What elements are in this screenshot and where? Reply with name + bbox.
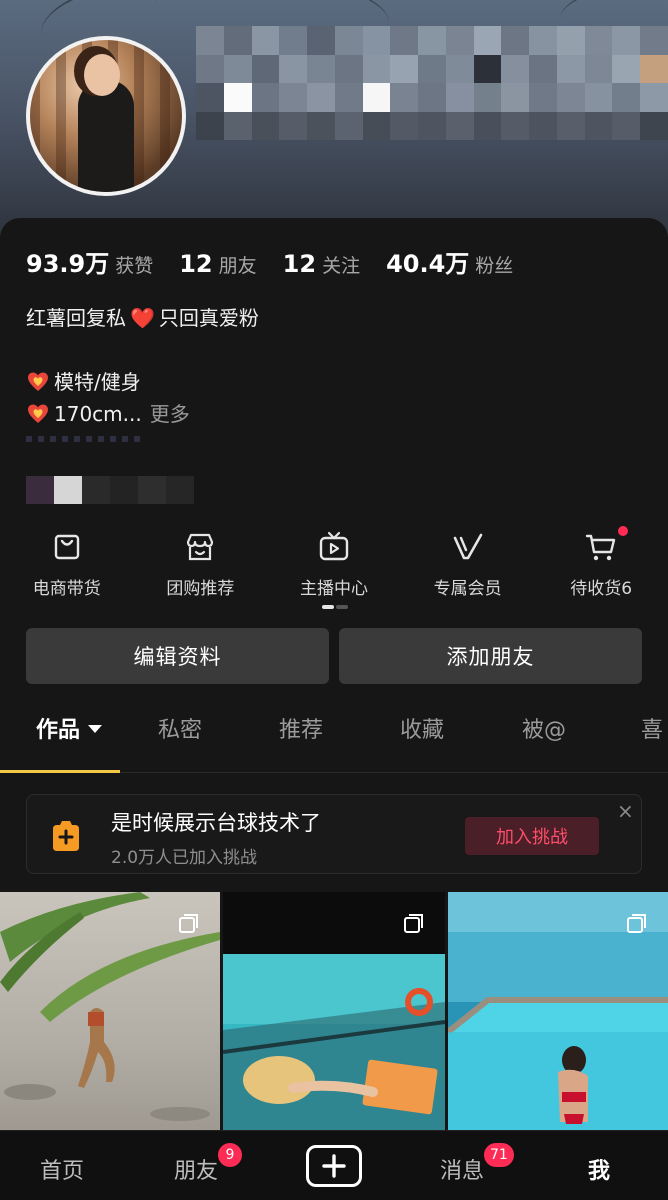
multi-image-icon [179,914,198,933]
content-tabs: 作品 私密 推荐 收藏 被@ 喜 [0,712,668,772]
bio-text: 模特/健身 [54,370,141,394]
blurred-username [196,26,668,140]
challenge-subtitle: 2.0万人已加入挑战 [111,848,258,868]
flaming-heart-icon [28,404,48,423]
pager-inactive [336,605,348,609]
tool-pending-delivery[interactable]: 待收货6 [534,526,668,610]
close-icon[interactable]: × [617,799,634,823]
tab-likes[interactable]: 喜 [641,712,663,744]
blurred-text [26,436,146,442]
bio-text: 170cm... [54,402,142,426]
flaming-heart-icon [28,372,48,391]
plus-icon [322,1154,346,1178]
multi-image-icon [627,914,646,933]
bio-line-1: 红薯回复私 ❤️ 只回真爱粉 [26,302,259,331]
nav-messages[interactable]: 消息 71 [440,1143,514,1185]
nav-friends[interactable]: 朋友 9 [174,1143,242,1185]
heart-icon: ❤️ [130,306,155,330]
video-thumbnail[interactable] [0,892,220,1130]
stat-following[interactable]: 12 关注 [283,250,360,278]
tool-group-buy[interactable]: 团购推荐 [134,530,268,610]
camera-plus-icon [53,821,79,851]
stat-value: 12 [179,250,213,278]
tools-row: 电商带货 团购推荐 主播中心 专属会员 待收货6 [0,526,668,610]
bio-text: 只回真爱粉 [158,306,259,330]
challenge-banner[interactable]: 是时候展示台球技术了 2.0万人已加入挑战 加入挑战 × [26,794,642,874]
edit-profile-button[interactable]: 编辑资料 [26,628,329,684]
bio-more-link[interactable]: 更多 [150,402,190,426]
cart-icon [585,534,616,561]
create-button[interactable] [306,1145,362,1187]
tv-play-icon [319,531,349,561]
tab-label: 作品 [36,718,81,743]
tool-label: 主播中心 [299,579,368,599]
tab-favorites[interactable]: 收藏 [400,712,444,744]
video-grid [0,892,668,1130]
blurred-tags [26,476,194,504]
tools-pager [322,605,348,609]
bottom-nav: 首页 朋友 9 消息 71 我 [0,1130,668,1200]
nav-home[interactable]: 首页 [40,1153,84,1185]
bio-text: 红薯回复私 [26,306,126,330]
messages-badge: 71 [484,1143,514,1167]
tool-membership[interactable]: 专属会员 [401,530,535,610]
bio-line-3: 170cm... 更多 [26,398,190,427]
active-tab-indicator [0,770,120,773]
storefront-icon [187,533,214,561]
tool-label: 团购推荐 [166,579,235,599]
stat-followers[interactable]: 40.4万 粉丝 [386,244,513,279]
tab-mentions[interactable]: 被@ [522,712,566,744]
profile-stats: 93.9万 获赞 12 朋友 12 关注 40.4万 粉丝 [26,244,539,279]
stat-label: 关注 [322,255,361,277]
tool-streamer-center[interactable]: 主播中心 [267,530,401,610]
avatar[interactable] [26,36,186,196]
add-friend-button[interactable]: 添加朋友 [339,628,642,684]
join-challenge-button[interactable]: 加入挑战 [465,817,599,855]
tool-label: 电商带货 [32,579,101,599]
multi-image-icon [404,914,423,933]
stat-label: 获赞 [115,255,154,277]
stat-likes[interactable]: 93.9万 获赞 [26,244,153,279]
video-thumbnail[interactable] [448,892,668,1130]
notification-dot [618,526,629,536]
stat-value: 93.9万 [26,250,110,278]
tool-label: 待收货6 [570,579,633,599]
nav-label: 朋友 [174,1159,219,1184]
tool-label: 专属会员 [433,579,502,599]
shopping-bag-icon [54,534,79,560]
pager-active [322,605,334,609]
stat-value: 12 [282,250,317,278]
avatar-figure [78,80,134,192]
caret-down-icon[interactable] [88,725,103,733]
tab-recommended[interactable]: 推荐 [279,712,323,744]
profile-banner [0,0,668,240]
nav-me[interactable]: 我 [588,1153,610,1185]
stat-friends[interactable]: 12 朋友 [179,250,256,278]
tool-ecommerce[interactable]: 电商带货 [0,530,134,610]
bio-line-2: 模特/健身 [26,366,141,395]
tab-private[interactable]: 私密 [158,712,202,744]
video-thumbnail[interactable] [223,892,445,1130]
avatar-face [84,54,120,96]
v-member-icon [453,533,482,560]
stat-label: 粉丝 [475,255,514,277]
nav-label: 消息 [440,1159,485,1184]
friends-badge: 9 [218,1143,242,1167]
challenge-title: 是时候展示台球技术了 [111,811,321,835]
profile-page: 93.9万 获赞 12 朋友 12 关注 40.4万 粉丝 红薯回复私 ❤️ 只回真… [0,0,668,1200]
stat-label: 朋友 [218,255,257,277]
stat-value: 40.4万 [386,250,470,278]
tab-works[interactable]: 作品 [36,712,103,744]
